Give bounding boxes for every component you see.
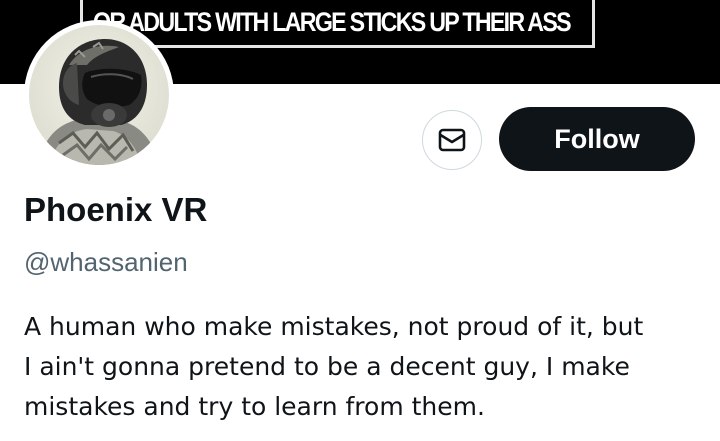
profile-bio: A human who make mistakes, not proud of … bbox=[24, 307, 714, 427]
avatar[interactable] bbox=[24, 20, 174, 170]
user-handle: @whassanien bbox=[24, 247, 188, 277]
banner-text: OR ADULTS WITH LARGE STICKS UP THEIR ASS bbox=[93, 7, 572, 37]
bio-line: I ain't gonna pretend to be a decent guy… bbox=[24, 352, 630, 381]
message-button[interactable] bbox=[422, 110, 482, 170]
display-name: Phoenix VR bbox=[24, 191, 208, 228]
follow-button[interactable]: Follow bbox=[499, 107, 695, 171]
banner-text-frame: OR ADULTS WITH LARGE STICKS UP THEIR ASS bbox=[80, 0, 595, 48]
bio-line: mistakes and try to learn from them. bbox=[24, 392, 485, 421]
avatar-image bbox=[29, 25, 169, 165]
bio-line: A human who make mistakes, not proud of … bbox=[24, 312, 644, 341]
envelope-icon bbox=[438, 128, 466, 152]
